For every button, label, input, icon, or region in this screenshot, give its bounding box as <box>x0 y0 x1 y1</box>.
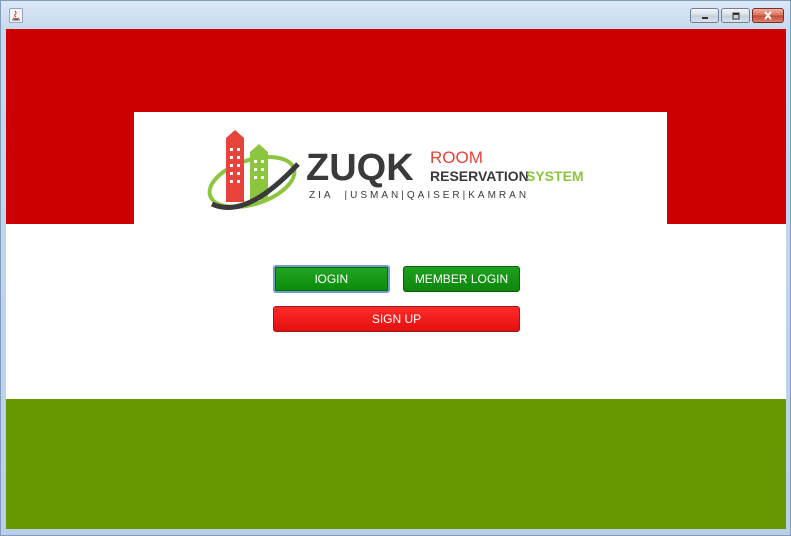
brand-reservation: RESERVATION <box>430 168 529 184</box>
maximize-icon <box>732 12 739 19</box>
close-button[interactable] <box>752 8 784 23</box>
building-emblem-icon <box>207 130 300 210</box>
java-app-icon <box>9 8 23 23</box>
zuqk-logo: ZUQK ROOM RESERVATION SYSTEM ZIA |USMAN|… <box>207 130 584 210</box>
footer-green-band <box>6 399 786 529</box>
application-window: ZUQK ROOM RESERVATION SYSTEM ZIA |USMAN|… <box>0 0 791 536</box>
brand-room: ROOM <box>430 148 483 167</box>
title-bar[interactable] <box>1 1 790 29</box>
member-login-button[interactable]: MEMBER LOGIN <box>403 266 520 292</box>
brand-name: ZUQK <box>306 147 414 189</box>
minimize-icon <box>701 16 708 19</box>
brand-members: ZIA |USMAN|QAISER|KAMRAN <box>309 190 529 201</box>
login-button[interactable]: lOGIN <box>273 265 390 293</box>
logo-panel: ZUQK ROOM RESERVATION SYSTEM ZIA |USMAN|… <box>134 112 667 224</box>
minimize-button[interactable] <box>690 8 719 23</box>
close-icon <box>764 11 772 20</box>
sign-up-button[interactable]: SIGN UP <box>273 306 520 332</box>
maximize-button[interactable] <box>721 8 750 23</box>
main-panel: ZUQK ROOM RESERVATION SYSTEM ZIA |USMAN|… <box>6 29 786 529</box>
brand-system: SYSTEM <box>526 168 584 184</box>
